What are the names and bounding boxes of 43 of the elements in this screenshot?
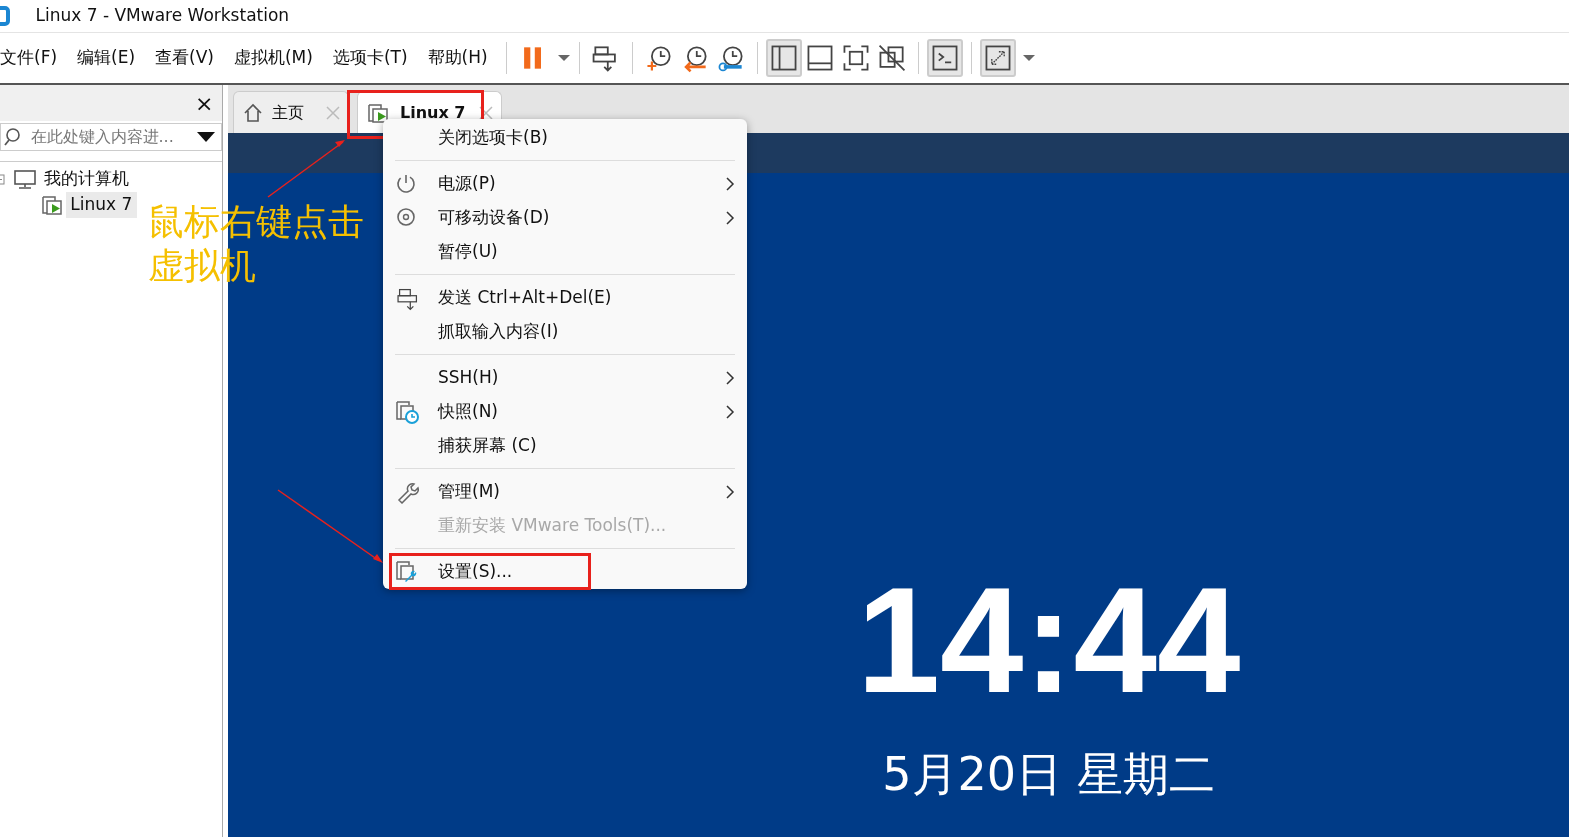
- menu-item[interactable]: 选项卡(T): [322, 45, 418, 71]
- chevron-right-icon: [725, 485, 735, 499]
- menu-item[interactable]: 抓取输入内容(I): [395, 315, 735, 355]
- menu-item[interactable]: 设置(S)...: [395, 555, 735, 589]
- toolbar-button[interactable]: [926, 39, 963, 77]
- close-icon[interactable]: [479, 105, 494, 120]
- close-button[interactable]: ×: [195, 86, 214, 120]
- chevron-right-icon: [725, 405, 735, 419]
- menu-item[interactable]: 快照(N): [395, 395, 735, 429]
- clock-time: 14:44: [856, 564, 1241, 715]
- home-icon: [242, 101, 264, 124]
- menu-item[interactable]: 发送 Ctrl+Alt+Del(E): [395, 281, 735, 315]
- menu-item[interactable]: 帮助(H): [417, 45, 498, 71]
- chevron-right-icon: [725, 211, 735, 225]
- caret-icon[interactable]: [1021, 52, 1036, 64]
- menu-item[interactable]: 查看(V): [145, 45, 224, 71]
- app-icon: [0, 6, 10, 26]
- search-field[interactable]: 在此处键入内容进...: [0, 123, 222, 151]
- snapshot-clock-icon: [395, 400, 419, 424]
- menu-item[interactable]: 关闭选项卡(B): [395, 121, 735, 161]
- menu-item[interactable]: SSH(H): [395, 361, 735, 395]
- menu-item[interactable]: 虚拟机(M): [223, 45, 323, 71]
- caret-icon[interactable]: [556, 52, 571, 64]
- chevron-right-icon: [725, 177, 735, 191]
- menu-item[interactable]: 编辑(E): [67, 45, 146, 71]
- menu-item[interactable]: 暂停(U): [395, 235, 735, 275]
- menu-item[interactable]: 可移动设备(D): [395, 201, 735, 235]
- dropdown-icon[interactable]: [195, 130, 217, 144]
- menu-item[interactable]: 电源(P): [395, 167, 735, 201]
- toolbar-button[interactable]: [979, 39, 1016, 77]
- settings-icon: [395, 560, 419, 584]
- tree-item[interactable]: Linux 7: [66, 192, 137, 218]
- menu-item[interactable]: 文件(F): [0, 45, 68, 71]
- tree-item[interactable]: 我的计算机: [40, 166, 134, 192]
- wrench-icon: [395, 480, 419, 504]
- menu-item[interactable]: 管理(M): [395, 475, 735, 509]
- chevron-right-icon: [725, 371, 735, 385]
- window-title: Linux 7 - VMware Workstation: [35, 4, 290, 28]
- toolbar-button[interactable]: [765, 39, 802, 77]
- menu-item[interactable]: 捕获屏幕 (C): [395, 429, 735, 469]
- clock-date: 5月20日 星期二: [882, 746, 1215, 803]
- search-icon: [4, 128, 20, 146]
- vm-tab[interactable]: 主页: [233, 91, 349, 133]
